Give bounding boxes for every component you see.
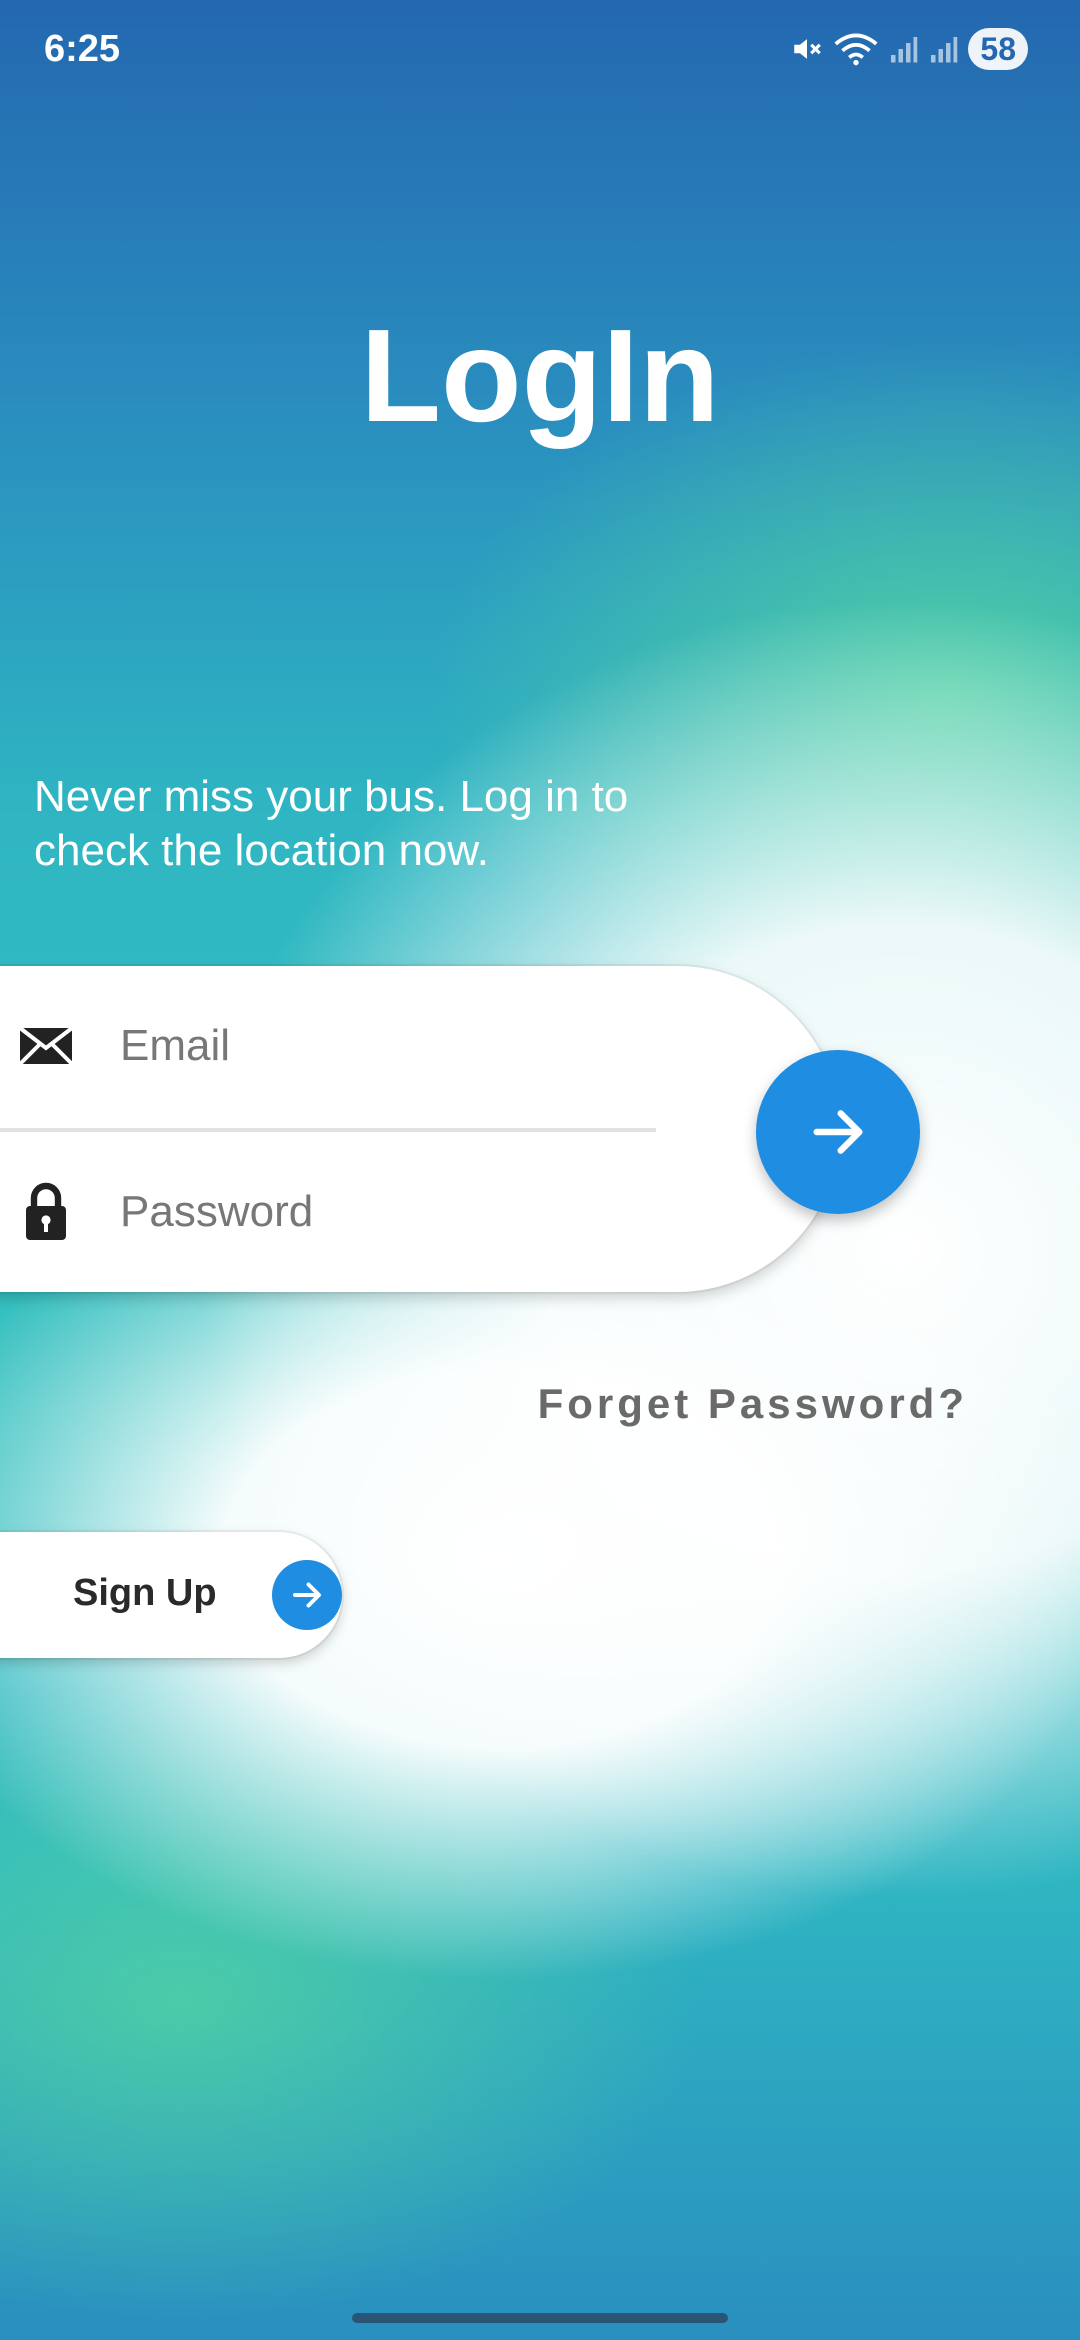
email-field[interactable] — [0, 966, 700, 1126]
arrow-right-icon — [272, 1560, 342, 1630]
arrow-right-icon — [813, 1110, 863, 1154]
forgot-password-link[interactable]: Forget Password? — [538, 1380, 968, 1428]
lock-icon — [16, 1182, 76, 1242]
login-form-card — [0, 966, 840, 1292]
battery-indicator: 58 — [968, 28, 1028, 70]
home-indicator[interactable] — [352, 2313, 728, 2323]
status-time: 6:25 — [44, 28, 121, 70]
page-subtitle: Never miss your bus. Log in to check the… — [34, 772, 629, 875]
password-field[interactable] — [0, 1132, 700, 1292]
status-icons: 58 — [790, 28, 1028, 70]
page-title: LogIn — [360, 302, 720, 449]
mute-icon — [794, 39, 822, 59]
status-bar: 6:25 58 — [0, 0, 1080, 100]
mail-icon — [16, 1016, 76, 1076]
signal-icon — [931, 37, 958, 63]
email-input[interactable] — [118, 1020, 642, 1072]
login-submit-button[interactable] — [756, 1050, 920, 1214]
sign-up-button[interactable]: Sign Up — [0, 1532, 342, 1658]
signal-icon — [891, 37, 918, 63]
password-input[interactable] — [118, 1186, 642, 1238]
sign-up-label: Sign Up — [73, 1572, 217, 1614]
wifi-icon — [834, 33, 878, 66]
